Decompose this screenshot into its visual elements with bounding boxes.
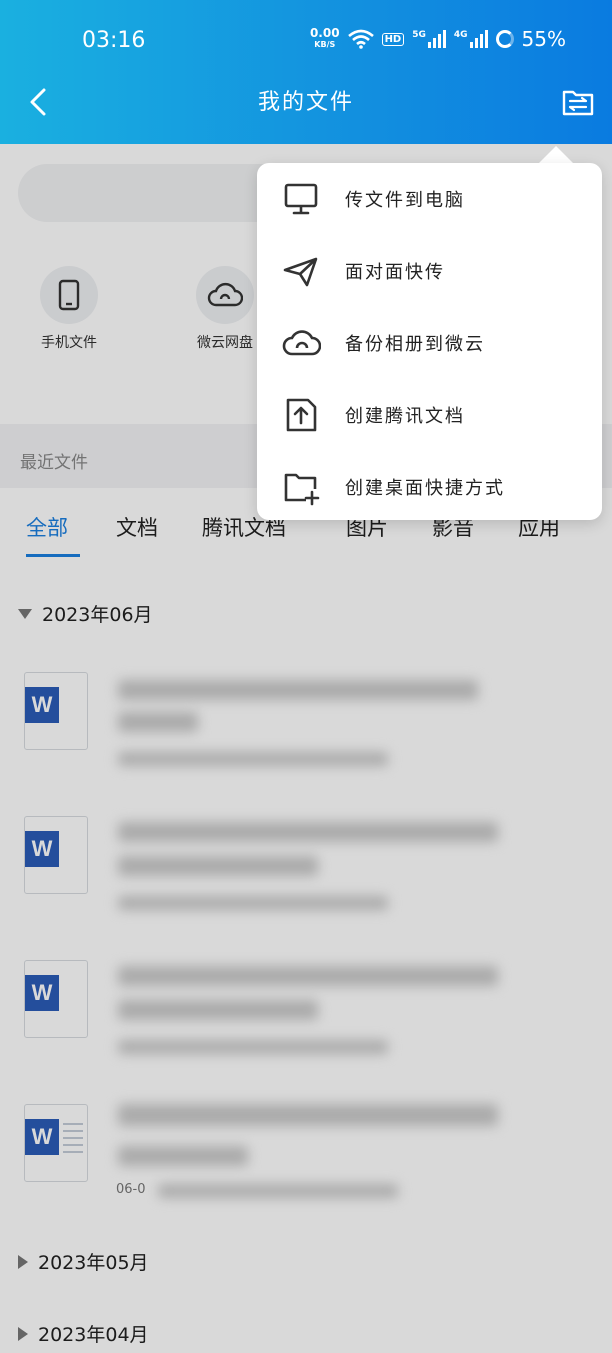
menu-label: 传文件到电脑 [345,190,465,211]
folder-add-icon [284,473,320,506]
menu-label: 创建腾讯文档 [345,406,465,427]
signal-4g-icon: 4G [454,30,488,48]
menu-label: 备份相册到微云 [345,334,485,355]
battery-icon [495,30,514,48]
network-speed: 0.00 KB/S [310,27,340,51]
menu-pointer [538,146,574,164]
menu-item-face-to-face[interactable]: 面对面快传 [257,235,602,307]
cloud-icon [282,330,321,356]
paper-plane-icon [283,257,318,287]
status-time: 03:16 [82,28,146,53]
menu-item-desktop-shortcut[interactable]: 创建桌面快捷方式 [257,451,602,523]
tencent-doc-icon [286,398,317,432]
page-title: 我的文件 [257,90,354,115]
wifi-icon [347,29,374,49]
signal-5g-icon: 5G [412,30,446,48]
menu-item-backup-album[interactable]: 备份相册到微云 [257,307,602,379]
popup-menu: 传文件到电脑 面对面快传 备份相册到微云 创建腾讯文档 创建桌面快捷方式 [257,163,602,520]
app-header: 03:16 0.00 KB/S HD 5G 4G 55% 我的文件 [0,0,612,144]
status-bar: 03:16 0.00 KB/S HD 5G 4G 55% [0,0,612,80]
file-transfer-icon[interactable] [558,84,598,120]
battery-percent: 55% [521,27,566,51]
network-speed-value: 0.00 [309,26,340,40]
network-speed-unit: KB/S [314,40,336,49]
hd-voice-badge: HD [381,32,405,46]
menu-label: 创建桌面快捷方式 [345,478,505,499]
menu-label: 面对面快传 [345,262,445,283]
monitor-icon [284,183,318,215]
menu-item-create-tencent-doc[interactable]: 创建腾讯文档 [257,379,602,451]
menu-item-send-to-pc[interactable]: 传文件到电脑 [257,163,602,235]
status-icons: 0.00 KB/S HD 5G 4G 55% [310,27,566,51]
